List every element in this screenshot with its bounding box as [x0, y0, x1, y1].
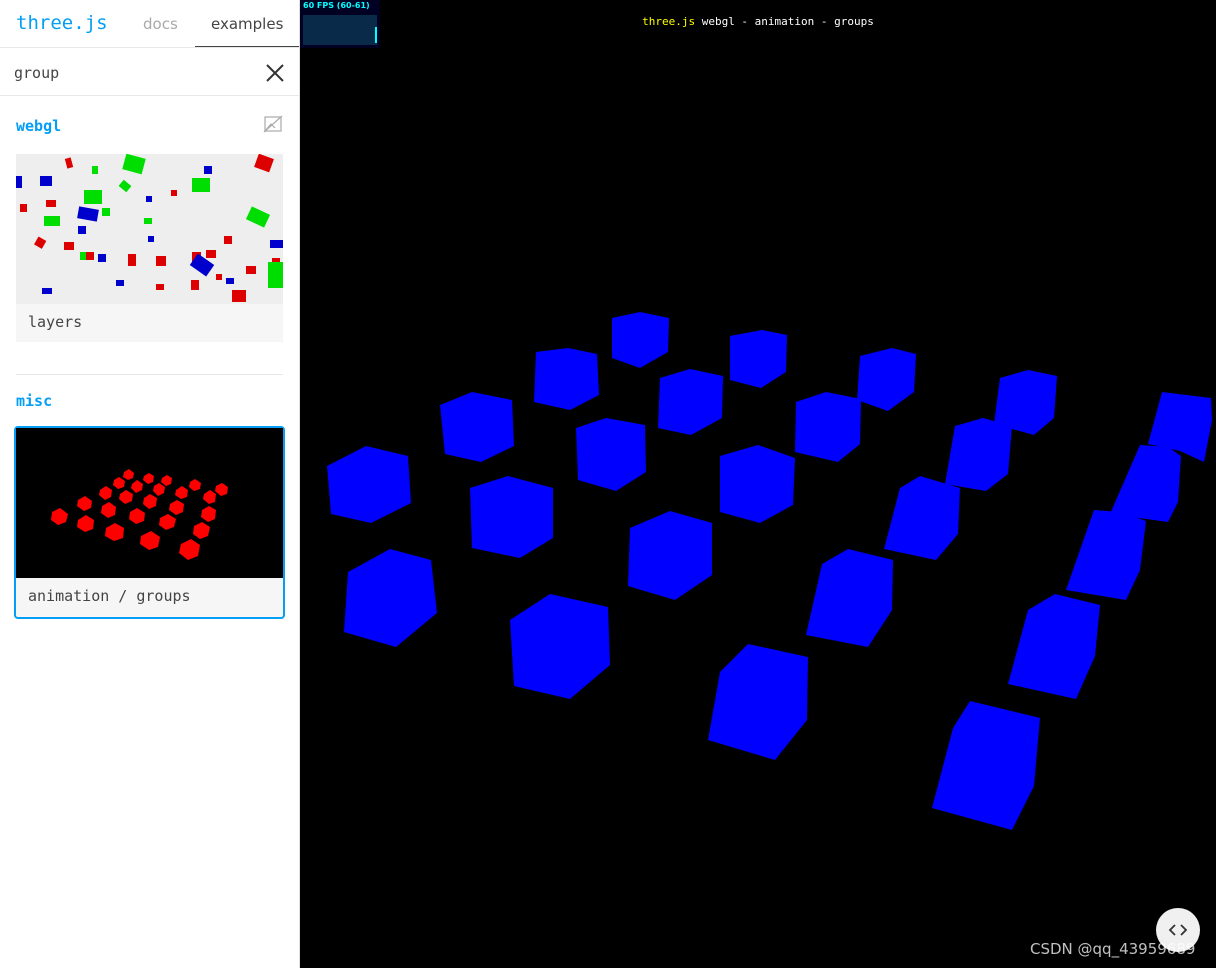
threejs-link[interactable]: three.js	[642, 15, 695, 28]
category-webgl: webgl	[16, 117, 62, 135]
card-label-layers: layers	[28, 313, 83, 331]
tab-docs[interactable]: docs	[143, 15, 178, 33]
tab-examples-label: examples	[211, 15, 284, 33]
info-caption-text: webgl - animation - groups	[695, 15, 874, 28]
image-off-icon[interactable]	[263, 115, 283, 133]
close-icon[interactable]	[264, 62, 286, 84]
brand-title[interactable]: three.js	[16, 12, 108, 34]
example-card-animation-groups[interactable]: animation / groups	[14, 426, 285, 619]
watermark-text: CSDN @qq_43959689	[1030, 940, 1196, 958]
sidebar-header: three.js docs examples	[0, 0, 299, 48]
example-card-layers[interactable]: layers	[16, 154, 283, 342]
webgl-canvas[interactable]	[300, 0, 1216, 968]
category-misc: misc	[16, 392, 53, 410]
filter-bar	[0, 48, 299, 96]
info-caption: three.js webgl - animation - groups	[300, 15, 1216, 28]
card-label-animation-groups: animation / groups	[28, 587, 191, 605]
fps-bar	[375, 27, 377, 43]
section-divider	[16, 374, 283, 375]
tab-examples[interactable]: examples	[195, 0, 299, 47]
animation-groups-thumbnail	[16, 428, 283, 578]
search-input[interactable]	[12, 60, 256, 86]
fps-readout: 60 FPS (60-61)	[303, 1, 370, 10]
sidebar-panel: three.js docs examples webgl	[0, 0, 300, 968]
layers-thumbnail	[16, 154, 283, 304]
